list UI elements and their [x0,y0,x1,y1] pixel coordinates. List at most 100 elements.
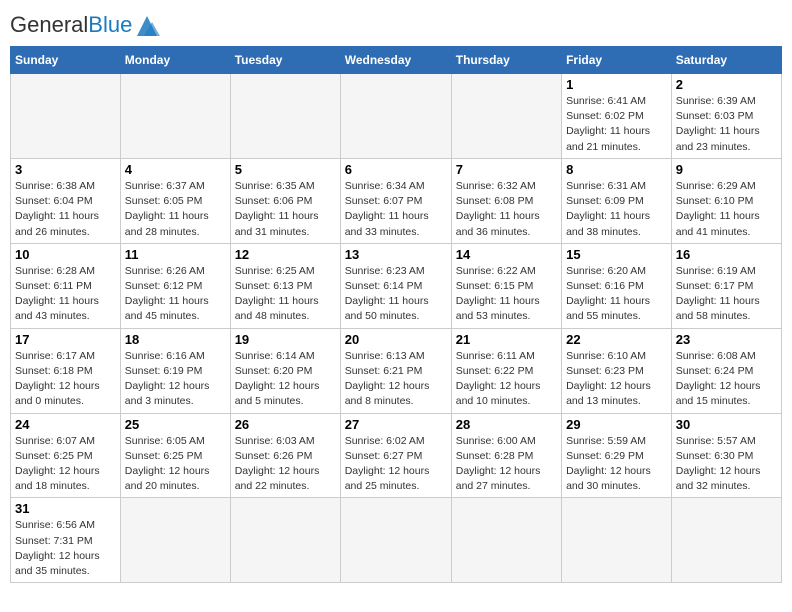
day-cell: 10Sunrise: 6:28 AM Sunset: 6:11 PM Dayli… [11,243,121,328]
day-number: 14 [456,247,557,262]
day-info: Sunrise: 6:38 AM Sunset: 6:04 PM Dayligh… [15,179,116,240]
day-number: 5 [235,162,336,177]
day-info: Sunrise: 6:07 AM Sunset: 6:25 PM Dayligh… [15,434,116,495]
day-cell: 18 Sunrise: 6:16 AM Sunset: 6:19 PM Dayli… [120,328,230,413]
day-number: 27 [345,417,447,432]
day-info: Sunrise: 6:08 AM Sunset: 6:24 PM Dayligh… [676,349,777,410]
day-cell: 24 Sunrise: 6:07 AM Sunset: 6:25 PM Dayli… [11,413,121,498]
day-number: 28 [456,417,557,432]
day-cell: 5Sunrise: 6:35 AM Sunset: 6:06 PM Daylig… [230,158,340,243]
day-cell: 6 Sunrise: 6:34 AM Sunset: 6:07 PM Daylig… [340,158,451,243]
week-row-2: 10Sunrise: 6:28 AM Sunset: 6:11 PM Dayli… [11,243,782,328]
day-cell: 31 Sunrise: 6:56 AM Sunset: 7:31 PM Dayli… [11,498,121,583]
day-number: 3 [15,162,116,177]
week-row-5: 31 Sunrise: 6:56 AM Sunset: 7:31 PM Dayli… [11,498,782,583]
day-number: 12 [235,247,336,262]
day-cell [230,74,340,159]
day-cell: 25 Sunrise: 6:05 AM Sunset: 6:25 PM Dayli… [120,413,230,498]
week-row-3: 17 Sunrise: 6:17 AM Sunset: 6:18 PM Dayli… [11,328,782,413]
weekday-header-row: SundayMondayTuesdayWednesdayThursdayFrid… [11,47,782,74]
weekday-thursday: Thursday [451,47,561,74]
weekday-wednesday: Wednesday [340,47,451,74]
day-info: Sunrise: 6:32 AM Sunset: 6:08 PM Dayligh… [456,179,557,240]
day-info: Sunrise: 6:10 AM Sunset: 6:23 PM Dayligh… [566,349,667,410]
day-info: Sunrise: 6:22 AM Sunset: 6:15 PM Dayligh… [456,264,557,325]
day-cell: 21 Sunrise: 6:11 AM Sunset: 6:22 PM Dayli… [451,328,561,413]
weekday-monday: Monday [120,47,230,74]
day-cell: 27Sunrise: 6:02 AM Sunset: 6:27 PM Dayli… [340,413,451,498]
day-cell [120,498,230,583]
day-info: Sunrise: 6:05 AM Sunset: 6:25 PM Dayligh… [125,434,226,495]
logo: GeneralBlue [10,10,162,40]
day-number: 8 [566,162,667,177]
day-cell [451,74,561,159]
day-cell: 8 Sunrise: 6:31 AM Sunset: 6:09 PM Daylig… [562,158,672,243]
day-number: 17 [15,332,116,347]
day-info: Sunrise: 6:11 AM Sunset: 6:22 PM Dayligh… [456,349,557,410]
day-info: Sunrise: 6:31 AM Sunset: 6:09 PM Dayligh… [566,179,667,240]
day-info: Sunrise: 6:39 AM Sunset: 6:03 PM Dayligh… [676,94,777,155]
day-info: Sunrise: 6:41 AM Sunset: 6:02 PM Dayligh… [566,94,667,155]
day-cell: 2 Sunrise: 6:39 AM Sunset: 6:03 PM Daylig… [671,74,781,159]
logo-general: General [10,12,88,37]
day-info: Sunrise: 6:29 AM Sunset: 6:10 PM Dayligh… [676,179,777,240]
day-cell: 20 Sunrise: 6:13 AM Sunset: 6:21 PM Dayli… [340,328,451,413]
day-info: Sunrise: 6:56 AM Sunset: 7:31 PM Dayligh… [15,518,116,579]
week-row-4: 24 Sunrise: 6:07 AM Sunset: 6:25 PM Dayli… [11,413,782,498]
day-number: 31 [15,501,116,516]
day-number: 2 [676,77,777,92]
day-number: 26 [235,417,336,432]
day-cell: 22 Sunrise: 6:10 AM Sunset: 6:23 PM Dayli… [562,328,672,413]
logo-icon [132,12,162,40]
day-cell: 30Sunrise: 5:57 AM Sunset: 6:30 PM Dayli… [671,413,781,498]
day-cell: 23 Sunrise: 6:08 AM Sunset: 6:24 PM Dayli… [671,328,781,413]
day-cell: 17 Sunrise: 6:17 AM Sunset: 6:18 PM Dayli… [11,328,121,413]
day-number: 30 [676,417,777,432]
day-number: 22 [566,332,667,347]
day-number: 18 [125,332,226,347]
day-info: Sunrise: 6:00 AM Sunset: 6:28 PM Dayligh… [456,434,557,495]
day-info: Sunrise: 5:59 AM Sunset: 6:29 PM Dayligh… [566,434,667,495]
week-row-1: 3 Sunrise: 6:38 AM Sunset: 6:04 PM Daylig… [11,158,782,243]
day-number: 29 [566,417,667,432]
day-cell: 26 Sunrise: 6:03 AM Sunset: 6:26 PM Dayli… [230,413,340,498]
day-number: 20 [345,332,447,347]
day-number: 23 [676,332,777,347]
day-cell: 14 Sunrise: 6:22 AM Sunset: 6:15 PM Dayli… [451,243,561,328]
day-cell [11,74,121,159]
day-number: 7 [456,162,557,177]
day-info: Sunrise: 6:28 AM Sunset: 6:11 PM Dayligh… [15,264,116,325]
day-info: Sunrise: 6:14 AM Sunset: 6:20 PM Dayligh… [235,349,336,410]
day-cell [671,498,781,583]
page: GeneralBlue SundayMondayTuesdayWednesday… [0,0,792,593]
weekday-friday: Friday [562,47,672,74]
day-info: Sunrise: 6:17 AM Sunset: 6:18 PM Dayligh… [15,349,116,410]
day-number: 6 [345,162,447,177]
day-info: Sunrise: 6:34 AM Sunset: 6:07 PM Dayligh… [345,179,447,240]
day-info: Sunrise: 6:03 AM Sunset: 6:26 PM Dayligh… [235,434,336,495]
day-cell [340,74,451,159]
day-cell: 16Sunrise: 6:19 AM Sunset: 6:17 PM Dayli… [671,243,781,328]
day-number: 25 [125,417,226,432]
day-info: Sunrise: 6:13 AM Sunset: 6:21 PM Dayligh… [345,349,447,410]
week-row-0: 1 Sunrise: 6:41 AM Sunset: 6:02 PM Daylig… [11,74,782,159]
day-number: 1 [566,77,667,92]
day-cell: 13Sunrise: 6:23 AM Sunset: 6:14 PM Dayli… [340,243,451,328]
day-info: Sunrise: 6:37 AM Sunset: 6:05 PM Dayligh… [125,179,226,240]
logo-blue: Blue [88,12,132,37]
day-cell: 12 Sunrise: 6:25 AM Sunset: 6:13 PM Dayli… [230,243,340,328]
day-info: Sunrise: 6:25 AM Sunset: 6:13 PM Dayligh… [235,264,336,325]
day-cell: 9Sunrise: 6:29 AM Sunset: 6:10 PM Daylig… [671,158,781,243]
day-cell: 19Sunrise: 6:14 AM Sunset: 6:20 PM Dayli… [230,328,340,413]
day-number: 24 [15,417,116,432]
weekday-sunday: Sunday [11,47,121,74]
day-cell: 1 Sunrise: 6:41 AM Sunset: 6:02 PM Daylig… [562,74,672,159]
day-number: 21 [456,332,557,347]
day-cell: 15Sunrise: 6:20 AM Sunset: 6:16 PM Dayli… [562,243,672,328]
weekday-saturday: Saturday [671,47,781,74]
day-info: Sunrise: 6:16 AM Sunset: 6:19 PM Dayligh… [125,349,226,410]
day-cell [120,74,230,159]
day-cell [562,498,672,583]
day-cell: 4Sunrise: 6:37 AM Sunset: 6:05 PM Daylig… [120,158,230,243]
header: GeneralBlue [10,10,782,40]
